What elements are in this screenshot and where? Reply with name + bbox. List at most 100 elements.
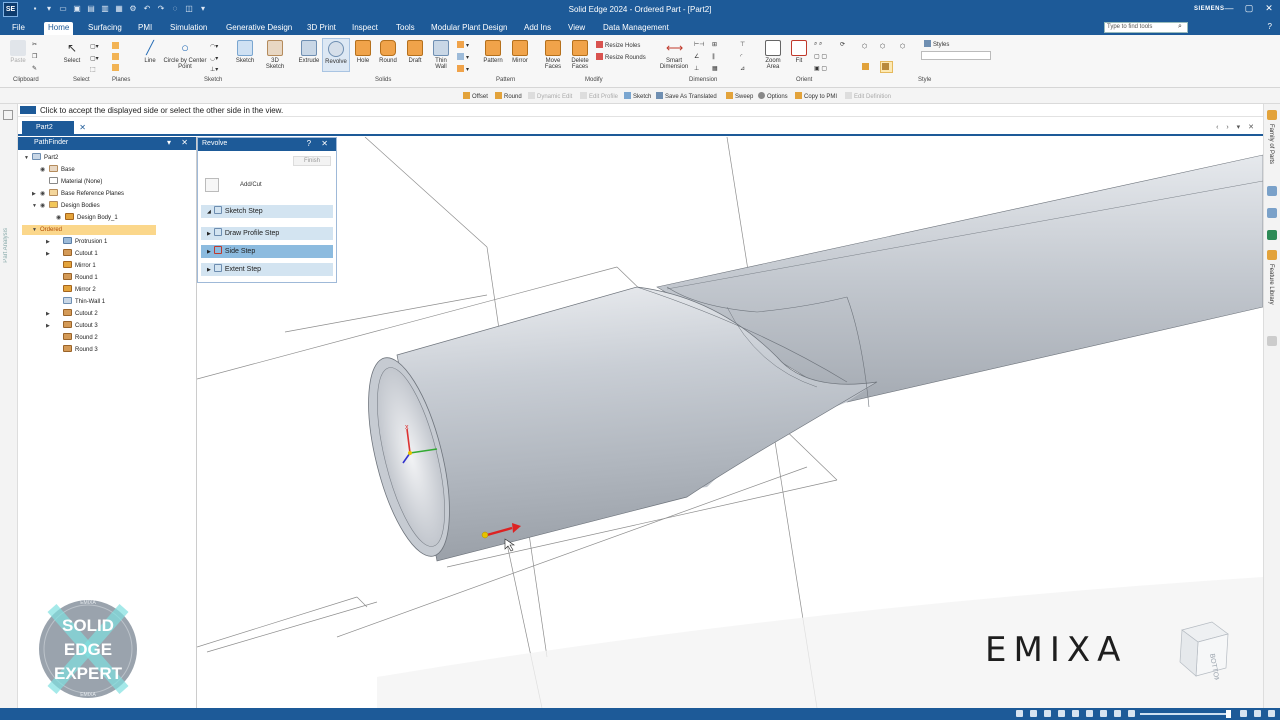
tab-add-ins[interactable]: Add Ins bbox=[520, 22, 555, 33]
move-faces-button[interactable]: Move Faces bbox=[540, 40, 566, 70]
side-step[interactable]: ▶ Side Step bbox=[201, 245, 333, 258]
close-button[interactable]: ✕ bbox=[1264, 3, 1274, 14]
tab-pmi[interactable]: PMI bbox=[134, 22, 156, 33]
zoom-out-icon[interactable] bbox=[1128, 710, 1135, 717]
feature-library-icon[interactable] bbox=[1267, 250, 1277, 260]
revolve-button[interactable]: Revolve bbox=[322, 38, 350, 72]
style-select[interactable] bbox=[921, 51, 991, 60]
line-button[interactable]: ╱ Line bbox=[140, 40, 160, 64]
styles-button[interactable]: Styles bbox=[924, 40, 949, 48]
horizontal-icon[interactable]: ⊤ bbox=[740, 41, 745, 48]
close-doc-icon[interactable]: ✕ bbox=[79, 123, 86, 132]
mirror-button[interactable]: Mirror bbox=[508, 40, 532, 64]
sketch-button[interactable]: Sketch bbox=[232, 40, 258, 64]
draft-button[interactable]: Draft bbox=[404, 40, 426, 64]
cmd-sweep[interactable]: Sweep bbox=[726, 92, 753, 100]
status-icon-9[interactable] bbox=[1254, 710, 1261, 717]
tab-view[interactable]: View bbox=[564, 22, 589, 33]
doc-tab-part2[interactable]: Part2 ✕ bbox=[22, 121, 86, 134]
smart-dimension-button[interactable]: ⟷ Smart Dimension bbox=[658, 40, 690, 70]
pattern-button[interactable]: Pattern bbox=[480, 40, 506, 64]
fillet-icon[interactable]: ◡▾ bbox=[210, 55, 218, 62]
status-icon-4[interactable] bbox=[1058, 710, 1065, 717]
panel-icon-2[interactable] bbox=[1267, 208, 1277, 218]
rotate-icon[interactable]: ⟳ bbox=[840, 41, 845, 48]
tab-generative-design[interactable]: Generative Design bbox=[222, 22, 296, 33]
resize-holes-button[interactable]: Resize Holes bbox=[596, 41, 640, 49]
select-mode-icon[interactable]: ▢▾ bbox=[90, 55, 99, 62]
tree-item-ordered[interactable]: ▼ Ordered bbox=[32, 225, 62, 236]
tree-item-cutout-3[interactable]: ▶ Cutout 3 bbox=[46, 321, 98, 332]
zoom-area-button[interactable]: Zoom Area bbox=[760, 40, 786, 70]
maximize-button[interactable]: ▢ bbox=[1244, 3, 1254, 14]
view-orient-icon[interactable]: ▢ ▢ bbox=[814, 53, 827, 60]
sketch-step[interactable]: ◢ Sketch Step bbox=[201, 205, 333, 218]
round-button[interactable]: Round bbox=[376, 40, 400, 64]
tree-item-protrusion-1[interactable]: ▶ Protrusion 1 bbox=[46, 237, 107, 248]
tree-item-round-2[interactable]: Round 2 bbox=[54, 333, 98, 344]
eye-icon[interactable]: ◉ bbox=[40, 165, 49, 176]
fit-button[interactable]: Fit bbox=[789, 40, 809, 64]
help-icon[interactable]: ? bbox=[1268, 22, 1272, 31]
tab-tools[interactable]: Tools bbox=[392, 22, 419, 33]
3d-scene[interactable]: x bbox=[197, 137, 1263, 708]
minimize-button[interactable]: — bbox=[1224, 3, 1234, 14]
tree-item-design-bodies[interactable]: ▼ ◉ Design Bodies bbox=[32, 201, 100, 212]
constraint-icon[interactable]: ⊞ bbox=[712, 41, 717, 48]
search-icon[interactable]: ⌕ bbox=[1178, 23, 1182, 31]
resize-rounds-button[interactable]: Resize Rounds bbox=[596, 53, 646, 61]
lip-icon[interactable]: ▾ bbox=[457, 53, 469, 61]
eye-icon[interactable]: ◉ bbox=[40, 189, 49, 200]
tree-item-cutout-1[interactable]: ▶ Cutout 1 bbox=[46, 249, 98, 260]
tree-item-part2[interactable]: ▼ Part2 bbox=[24, 153, 58, 164]
pan-icon[interactable]: ▣ ▢ bbox=[814, 65, 827, 72]
wireframe-icon[interactable]: ⬡ bbox=[900, 43, 905, 50]
cmd-edit-profile[interactable]: Edit Profile bbox=[580, 92, 618, 100]
status-icon-3[interactable] bbox=[1044, 710, 1051, 717]
format-painter-icon[interactable]: ✎ bbox=[32, 65, 37, 72]
circle-button[interactable]: ○ Circle by Center Point bbox=[162, 40, 208, 70]
plane-offset-icon[interactable] bbox=[112, 53, 121, 61]
tree-item-design-body-1[interactable]: ◉ Design Body_1 bbox=[56, 213, 118, 224]
doc-tab-nav[interactable]: ‹ › ▾ ✕ bbox=[1216, 123, 1257, 131]
tab-home[interactable]: Home bbox=[44, 22, 74, 35]
tangent-icon[interactable]: ◜ bbox=[740, 53, 742, 60]
panel-toggle-icon[interactable] bbox=[3, 110, 13, 120]
tab-modular-plant-design[interactable]: Modular Plant Design bbox=[427, 22, 511, 33]
zoom-in-icon[interactable] bbox=[1240, 710, 1247, 717]
cmd-save-as-translated[interactable]: Save As Translated bbox=[656, 92, 717, 100]
feature-library-tab[interactable]: Feature Library bbox=[1268, 264, 1274, 305]
thin-wall-button[interactable]: Thin Wall bbox=[430, 40, 452, 70]
part-analysis-tab[interactable]: Part Analysis bbox=[3, 228, 9, 263]
status-icon-5[interactable] bbox=[1072, 710, 1079, 717]
cmd-offset[interactable]: Offset bbox=[463, 92, 488, 100]
tree-item-round-1[interactable]: Round 1 bbox=[54, 273, 98, 284]
tree-item-base[interactable]: ◉ Base bbox=[40, 165, 75, 176]
status-icon-8[interactable] bbox=[1114, 710, 1121, 717]
part-color-icon[interactable] bbox=[862, 63, 871, 71]
select-box-icon[interactable]: ⬚ bbox=[90, 66, 96, 73]
trim-icon[interactable]: ⊥▾ bbox=[210, 66, 218, 73]
tab-data-management[interactable]: Data Management bbox=[599, 22, 673, 33]
zoom-icon[interactable]: ⌕ ⌕ bbox=[814, 41, 822, 48]
tab-inspect[interactable]: Inspect bbox=[348, 22, 382, 33]
panel-icon-4[interactable] bbox=[1267, 336, 1277, 346]
status-icon-6[interactable] bbox=[1086, 710, 1093, 717]
cmd-dynamic-edit[interactable]: Dynamic Edit bbox=[528, 92, 572, 100]
shaded-icon[interactable]: ⬡ bbox=[862, 43, 867, 50]
tree-item-base-reference-planes[interactable]: ▶ ◉ Base Reference Planes bbox=[32, 189, 124, 200]
tree-item-thin-wall-1[interactable]: Thin-Wall 1 bbox=[54, 297, 105, 308]
family-of-parts-tab[interactable]: Family of Parts bbox=[1268, 124, 1274, 164]
eye-icon[interactable]: ◉ bbox=[40, 201, 49, 212]
parallel-icon[interactable]: ∥ bbox=[712, 53, 715, 60]
tree-item-mirror-2[interactable]: Mirror 2 bbox=[54, 285, 96, 296]
tree-item-material[interactable]: Material (None) bbox=[49, 177, 102, 188]
tree-item-mirror-1[interactable]: Mirror 1 bbox=[54, 261, 96, 272]
shaded-edges-icon[interactable]: ⬡ bbox=[880, 43, 885, 50]
tree-item-round-3[interactable]: Round 3 bbox=[54, 345, 98, 356]
panel-icon-1[interactable] bbox=[1267, 186, 1277, 196]
cmd-sketch[interactable]: Sketch bbox=[624, 92, 651, 100]
tab-simulation[interactable]: Simulation bbox=[166, 22, 211, 33]
tab-surfacing[interactable]: Surfacing bbox=[84, 22, 126, 33]
hole-button[interactable]: Hole bbox=[352, 40, 374, 64]
